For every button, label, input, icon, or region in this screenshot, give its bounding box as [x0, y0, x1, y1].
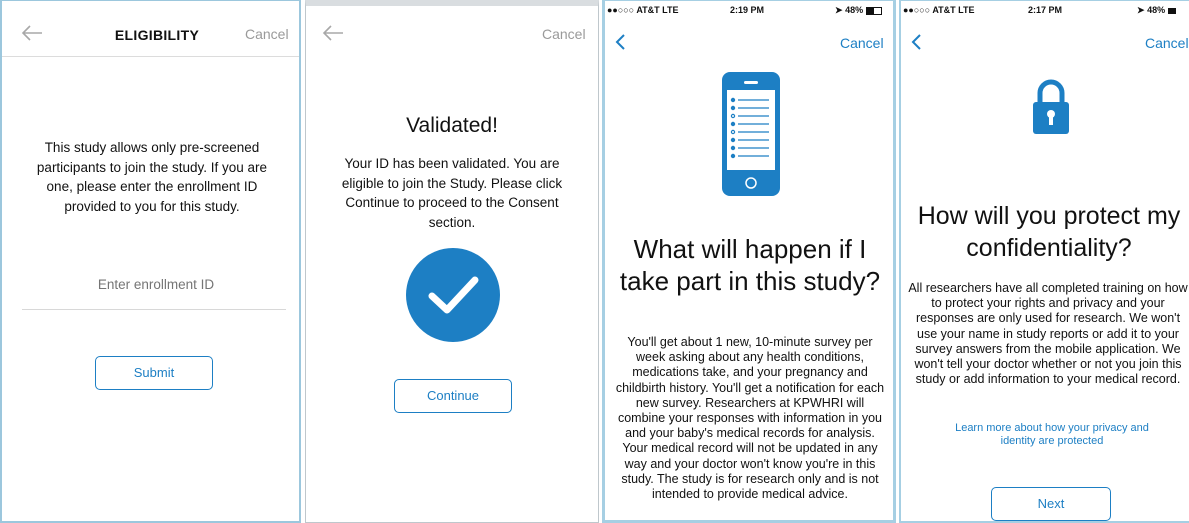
- cancel-button[interactable]: Cancel: [542, 26, 586, 42]
- arrow-left-icon: [21, 25, 42, 41]
- status-battery: 48%: [1147, 5, 1166, 15]
- status-battery: 48%: [845, 5, 864, 15]
- privacy-learn-more-link[interactable]: Learn more about how your privacy and id…: [941, 422, 1163, 448]
- location-arrow-icon: ➤: [835, 5, 843, 15]
- battery-icon: [865, 6, 882, 15]
- section-body: You'll get about 1 new, 10-minute survey…: [615, 335, 885, 502]
- phone-checklist-icon: [721, 71, 781, 197]
- cancel-button[interactable]: Cancel: [1145, 35, 1189, 51]
- section-heading: What will happen if I take part in this …: [619, 234, 881, 296]
- screen-eligibility: ELIGIBILITY Cancel This study allows onl…: [0, 0, 301, 523]
- location-arrow-icon: ➤: [1137, 5, 1145, 15]
- cancel-button[interactable]: Cancel: [840, 35, 884, 51]
- enrollment-id-field[interactable]: [22, 273, 290, 310]
- status-carrier: ●●○○○ AT&T LTE: [903, 5, 975, 15]
- status-time: 2:19 PM: [730, 5, 765, 15]
- back-button[interactable]: [910, 32, 924, 52]
- nav-title: ELIGIBILITY: [114, 27, 200, 43]
- back-button[interactable]: [321, 23, 345, 43]
- section-body: All researchers have all completed train…: [908, 281, 1188, 387]
- battery-icon: [1167, 7, 1176, 14]
- nav-divider: [2, 56, 299, 57]
- screen-study-overview: ●●○○○ AT&T LTE 2:19 PM ➤ 48% Cancel What…: [602, 0, 896, 523]
- enrollment-id-input[interactable]: [22, 273, 290, 293]
- continue-button[interactable]: Continue: [394, 379, 512, 413]
- screen-confidentiality: ●●○○○ AT&T LTE 2:17 PM ➤ 48% Cancel How …: [899, 0, 1189, 523]
- submit-button[interactable]: Submit: [95, 356, 213, 390]
- back-button[interactable]: [20, 23, 44, 43]
- validated-heading: Validated!: [406, 114, 498, 137]
- lock-icon: [1031, 77, 1071, 135]
- section-heading: How will you protect my confidentiality?: [917, 202, 1181, 262]
- back-button[interactable]: [614, 32, 628, 52]
- status-time: 2:17 PM: [1028, 5, 1063, 15]
- status-carrier: ●●○○○ AT&T LTE: [607, 5, 679, 15]
- status-battery-area: ➤ 48%: [835, 5, 882, 16]
- status-battery-area: ➤ 48%: [1137, 5, 1176, 16]
- screen-validated: Cancel Validated! Your ID has been valid…: [305, 0, 599, 523]
- validated-description: Your ID has been validated. You are elig…: [341, 156, 563, 230]
- eligibility-description: This study allows only pre-screened part…: [36, 140, 268, 214]
- chevron-left-icon: [911, 34, 921, 50]
- checkmark-circle-icon: [405, 247, 501, 343]
- chevron-left-icon: [615, 34, 625, 50]
- arrow-left-icon: [322, 25, 343, 41]
- next-button[interactable]: Next: [991, 487, 1111, 521]
- cancel-button[interactable]: Cancel: [245, 26, 289, 42]
